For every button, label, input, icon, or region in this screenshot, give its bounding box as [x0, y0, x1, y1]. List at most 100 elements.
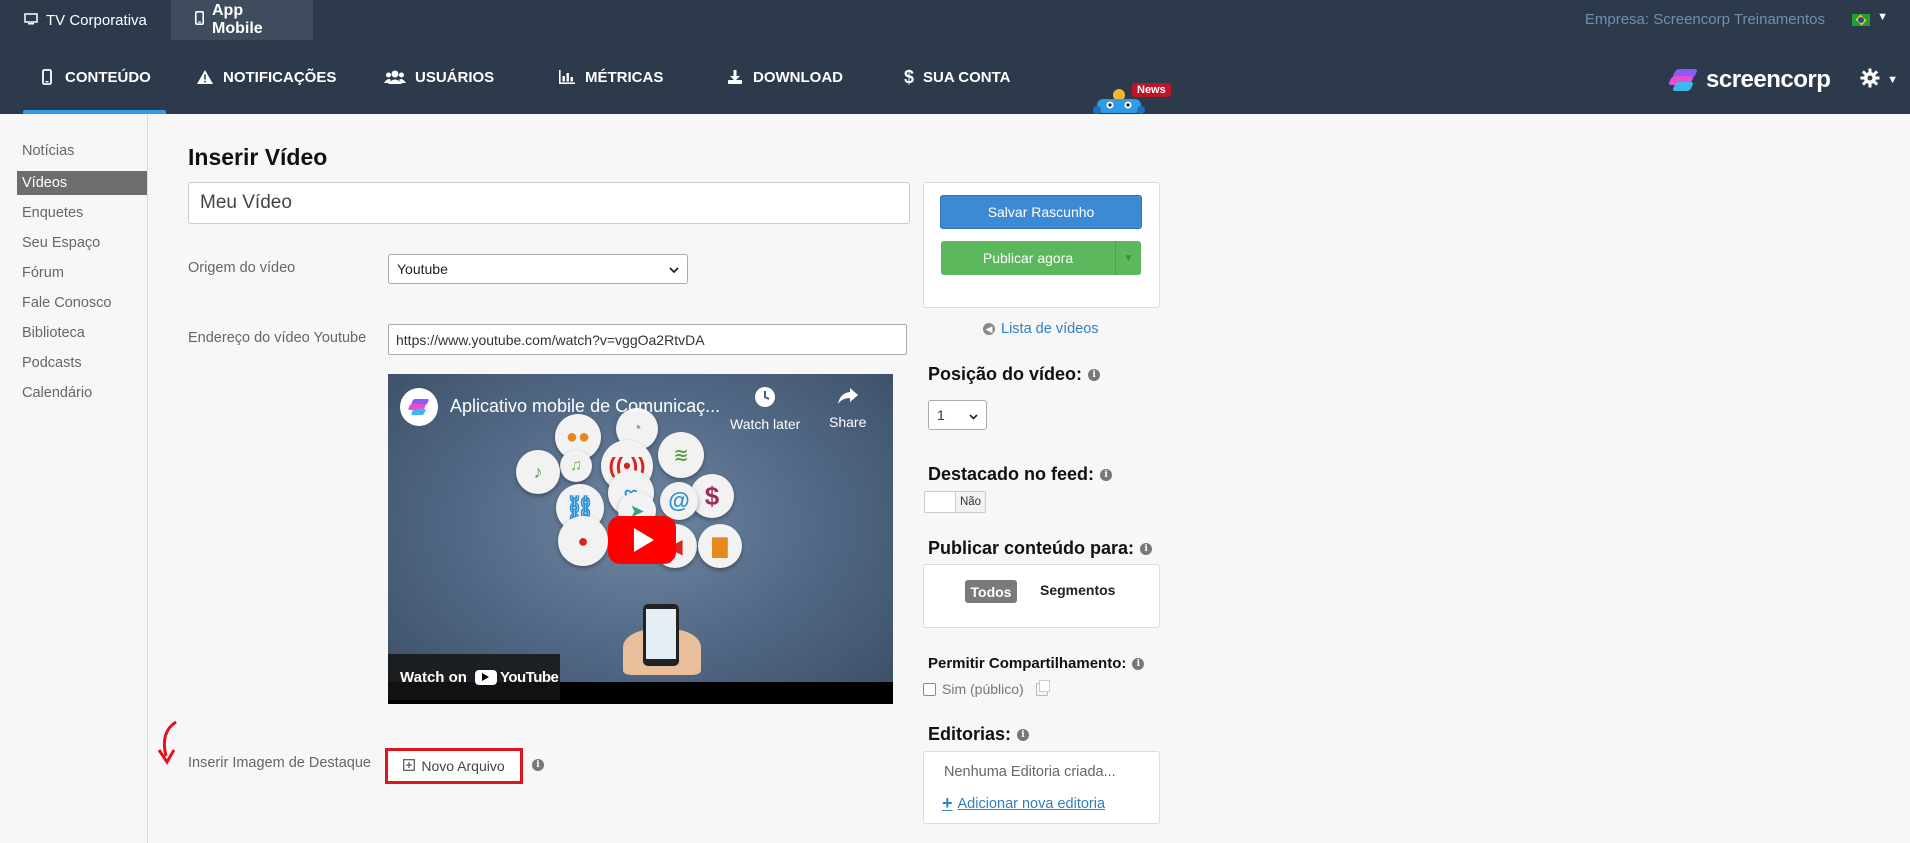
- nav-label: CONTEÚDO: [65, 68, 151, 86]
- featured-image-label: Inserir Imagem de Destaque: [188, 755, 371, 771]
- sidebar-item-seu-espaco[interactable]: Seu Espaço: [17, 231, 147, 255]
- share-button[interactable]: Share: [829, 386, 866, 430]
- share-option-label: Sim (público): [942, 681, 1024, 697]
- origin-label: Origem do vídeo: [188, 260, 296, 276]
- sidebar-item-fale-conosco[interactable]: Fale Conosco: [17, 291, 147, 315]
- sidebar-item-noticias[interactable]: Notícias: [17, 139, 147, 163]
- sidebar-item-calendario[interactable]: Calendário: [17, 381, 147, 405]
- phone-icon: [195, 10, 205, 30]
- nav-download[interactable]: DOWNLOAD: [726, 40, 843, 114]
- note-bubble-icon: ♪: [516, 450, 560, 494]
- add-editoria-link[interactable]: + Adicionar nova editoria: [942, 793, 1105, 814]
- new-file-label: Novo Arquivo: [421, 758, 505, 774]
- info-icon[interactable]: i: [1100, 468, 1113, 481]
- position-value: 1: [937, 407, 945, 423]
- watch-on-label: Watch on: [400, 668, 467, 686]
- screencorp-logo[interactable]: screencorp: [1667, 66, 1831, 94]
- video-list-link[interactable]: ◀ Lista de vídeos: [983, 321, 1099, 337]
- person-bubble-icon: ●: [558, 516, 608, 566]
- tab-app-mobile[interactable]: App Mobile: [171, 0, 313, 40]
- save-draft-button[interactable]: Salvar Rascunho: [940, 195, 1142, 229]
- info-icon[interactable]: i: [532, 759, 544, 771]
- nav-label: USUÁRIOS: [415, 68, 495, 86]
- info-icon[interactable]: i: [1088, 368, 1101, 381]
- featured-feed-title: Destacado no feed: i: [928, 464, 1113, 485]
- top-bar: TV Corporativa App Mobile Empresa: Scree…: [0, 0, 1910, 40]
- video-list-label: Lista de vídeos: [1001, 321, 1099, 337]
- caret-down-icon[interactable]: ▼: [1887, 74, 1898, 86]
- share-arrow-icon: [829, 386, 866, 412]
- main-nav: CONTEÚDO NOTIFICAÇÕES USUÁRIOS MÉTRICAS …: [0, 40, 1910, 114]
- sidebar-item-podcasts[interactable]: Podcasts: [17, 351, 147, 375]
- audience-segments-button[interactable]: Segmentos: [1040, 582, 1115, 598]
- play-button[interactable]: [608, 516, 676, 564]
- share-checkbox[interactable]: [923, 682, 936, 696]
- info-icon[interactable]: i: [1017, 728, 1030, 741]
- plus-square-icon: [403, 758, 416, 774]
- featured-feed-toggle[interactable]: Não: [924, 491, 986, 513]
- gear-icon[interactable]: [1860, 68, 1880, 94]
- youtube-logo-icon: YouTube: [474, 668, 559, 686]
- nav-sua-conta[interactable]: $ SUA CONTA: [904, 40, 1011, 114]
- audience-all-button[interactable]: Todos: [965, 580, 1017, 603]
- share-option[interactable]: Sim (público): [923, 679, 1050, 697]
- plus-icon: +: [942, 793, 953, 813]
- brazil-flag-icon[interactable]: [1852, 14, 1870, 26]
- toggle-value: Não: [955, 492, 985, 512]
- channel-avatar[interactable]: [400, 388, 438, 426]
- news-badge[interactable]: News: [1132, 83, 1171, 97]
- at-bubble-icon: @: [660, 482, 698, 520]
- youtube-wordmark: YouTube: [499, 668, 559, 686]
- watch-on-youtube-button[interactable]: Watch on YouTube: [388, 654, 560, 700]
- tab-label: App Mobile: [212, 2, 263, 37]
- tab-tv-corporativa[interactable]: TV Corporativa: [0, 0, 171, 40]
- info-icon[interactable]: i: [1140, 542, 1153, 555]
- info-icon[interactable]: i: [1132, 657, 1145, 670]
- sidebar-item-forum[interactable]: Fórum: [17, 261, 147, 285]
- nav-metricas[interactable]: MÉTRICAS: [558, 40, 663, 114]
- origin-select-value: Youtube: [397, 261, 448, 277]
- nav-label: SUA CONTA: [923, 68, 1011, 86]
- logo-mark-icon: [1667, 69, 1699, 91]
- position-select[interactable]: 1: [928, 400, 987, 430]
- logo-text: screencorp: [1706, 66, 1831, 93]
- nav-conteudo[interactable]: CONTEÚDO: [23, 40, 166, 114]
- video-title[interactable]: Aplicativo mobile de Comunicaç...: [450, 396, 720, 417]
- position-title: Posição do vídeo: i: [928, 364, 1101, 385]
- share-title-label: Permitir Compartilhamento:: [928, 655, 1127, 672]
- featured-feed-label: Destacado no feed:: [928, 464, 1095, 484]
- position-title-label: Posição do vídeo:: [928, 364, 1083, 384]
- share-title: Permitir Compartilhamento: i: [928, 655, 1145, 672]
- origin-select[interactable]: Youtube: [388, 254, 688, 284]
- publish-for-title: Publicar conteúdo para: i: [928, 538, 1153, 559]
- phone-illustration: [643, 604, 679, 666]
- video-title-input[interactable]: [188, 182, 910, 224]
- youtube-video-player[interactable]: ●● ◔ ♫ ≋ ((•)) ♪ ∞ ⛓ $ @ ➤ ● ◀ ▇ Aplicat…: [388, 374, 893, 704]
- users-icon: [384, 68, 406, 86]
- chevron-down-icon: [669, 261, 679, 277]
- sidebar: Notícias Vídeos Enquetes Seu Espaço Fóru…: [0, 114, 148, 843]
- publish-options-caret-icon[interactable]: ▼: [1115, 241, 1141, 275]
- sidebar-item-biblioteca[interactable]: Biblioteca: [17, 321, 147, 345]
- download-icon: [726, 68, 744, 86]
- toggle-knob: [925, 492, 955, 512]
- sidebar-item-enquetes[interactable]: Enquetes: [17, 201, 147, 225]
- music-bubble-icon: ♫: [560, 450, 592, 482]
- bag-bubble-icon: ▇: [698, 524, 742, 568]
- dollar-icon: $: [904, 66, 915, 87]
- url-label: Endereço do vídeo Youtube: [188, 330, 367, 346]
- editorias-label: Editorias:: [928, 724, 1012, 744]
- new-file-button[interactable]: Novo Arquivo: [385, 748, 523, 784]
- watch-later-label: Watch later: [730, 416, 801, 432]
- sidebar-item-videos[interactable]: Vídeos: [17, 171, 147, 195]
- caret-down-icon[interactable]: ▼: [1877, 11, 1888, 23]
- video-url-input[interactable]: [388, 324, 907, 355]
- copy-icon[interactable]: [1035, 679, 1050, 696]
- nav-notificacoes[interactable]: NOTIFICAÇÕES: [196, 40, 336, 114]
- watch-later-button[interactable]: Watch later: [730, 386, 800, 432]
- phone-icon: [38, 68, 56, 86]
- publish-for-label: Publicar conteúdo para:: [928, 538, 1135, 558]
- nav-label: MÉTRICAS: [585, 68, 664, 86]
- nav-usuarios[interactable]: USUÁRIOS: [384, 40, 494, 114]
- publish-now-button[interactable]: Publicar agora: [941, 241, 1115, 275]
